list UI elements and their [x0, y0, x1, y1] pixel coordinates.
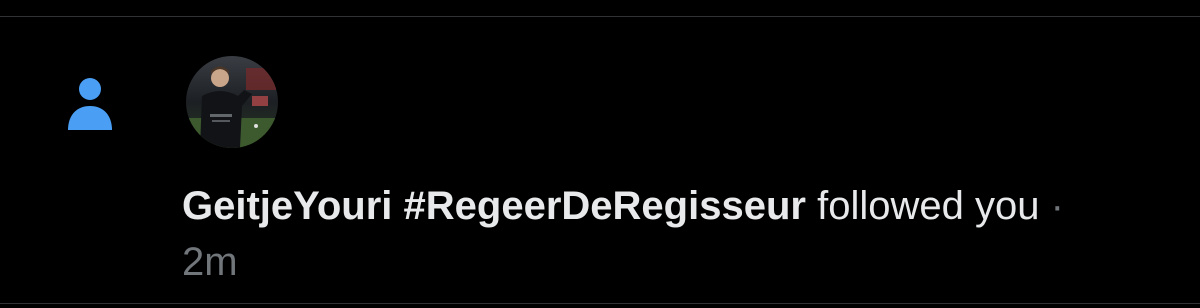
action-text: followed you [817, 184, 1040, 228]
separator-dot: · [1050, 184, 1064, 228]
notification-text: GeitjeYouri #RegeerDeRegisseur followed … [182, 180, 1182, 232]
follow-notification[interactable]: GeitjeYouri #RegeerDeRegisseur followed … [0, 0, 1200, 308]
person-icon [60, 72, 120, 132]
divider [0, 16, 1200, 17]
divider [0, 303, 1200, 304]
user-display-name[interactable]: GeitjeYouri #RegeerDeRegisseur [182, 184, 806, 228]
timestamp: 2m [182, 240, 238, 284]
user-avatar[interactable] [186, 56, 278, 148]
